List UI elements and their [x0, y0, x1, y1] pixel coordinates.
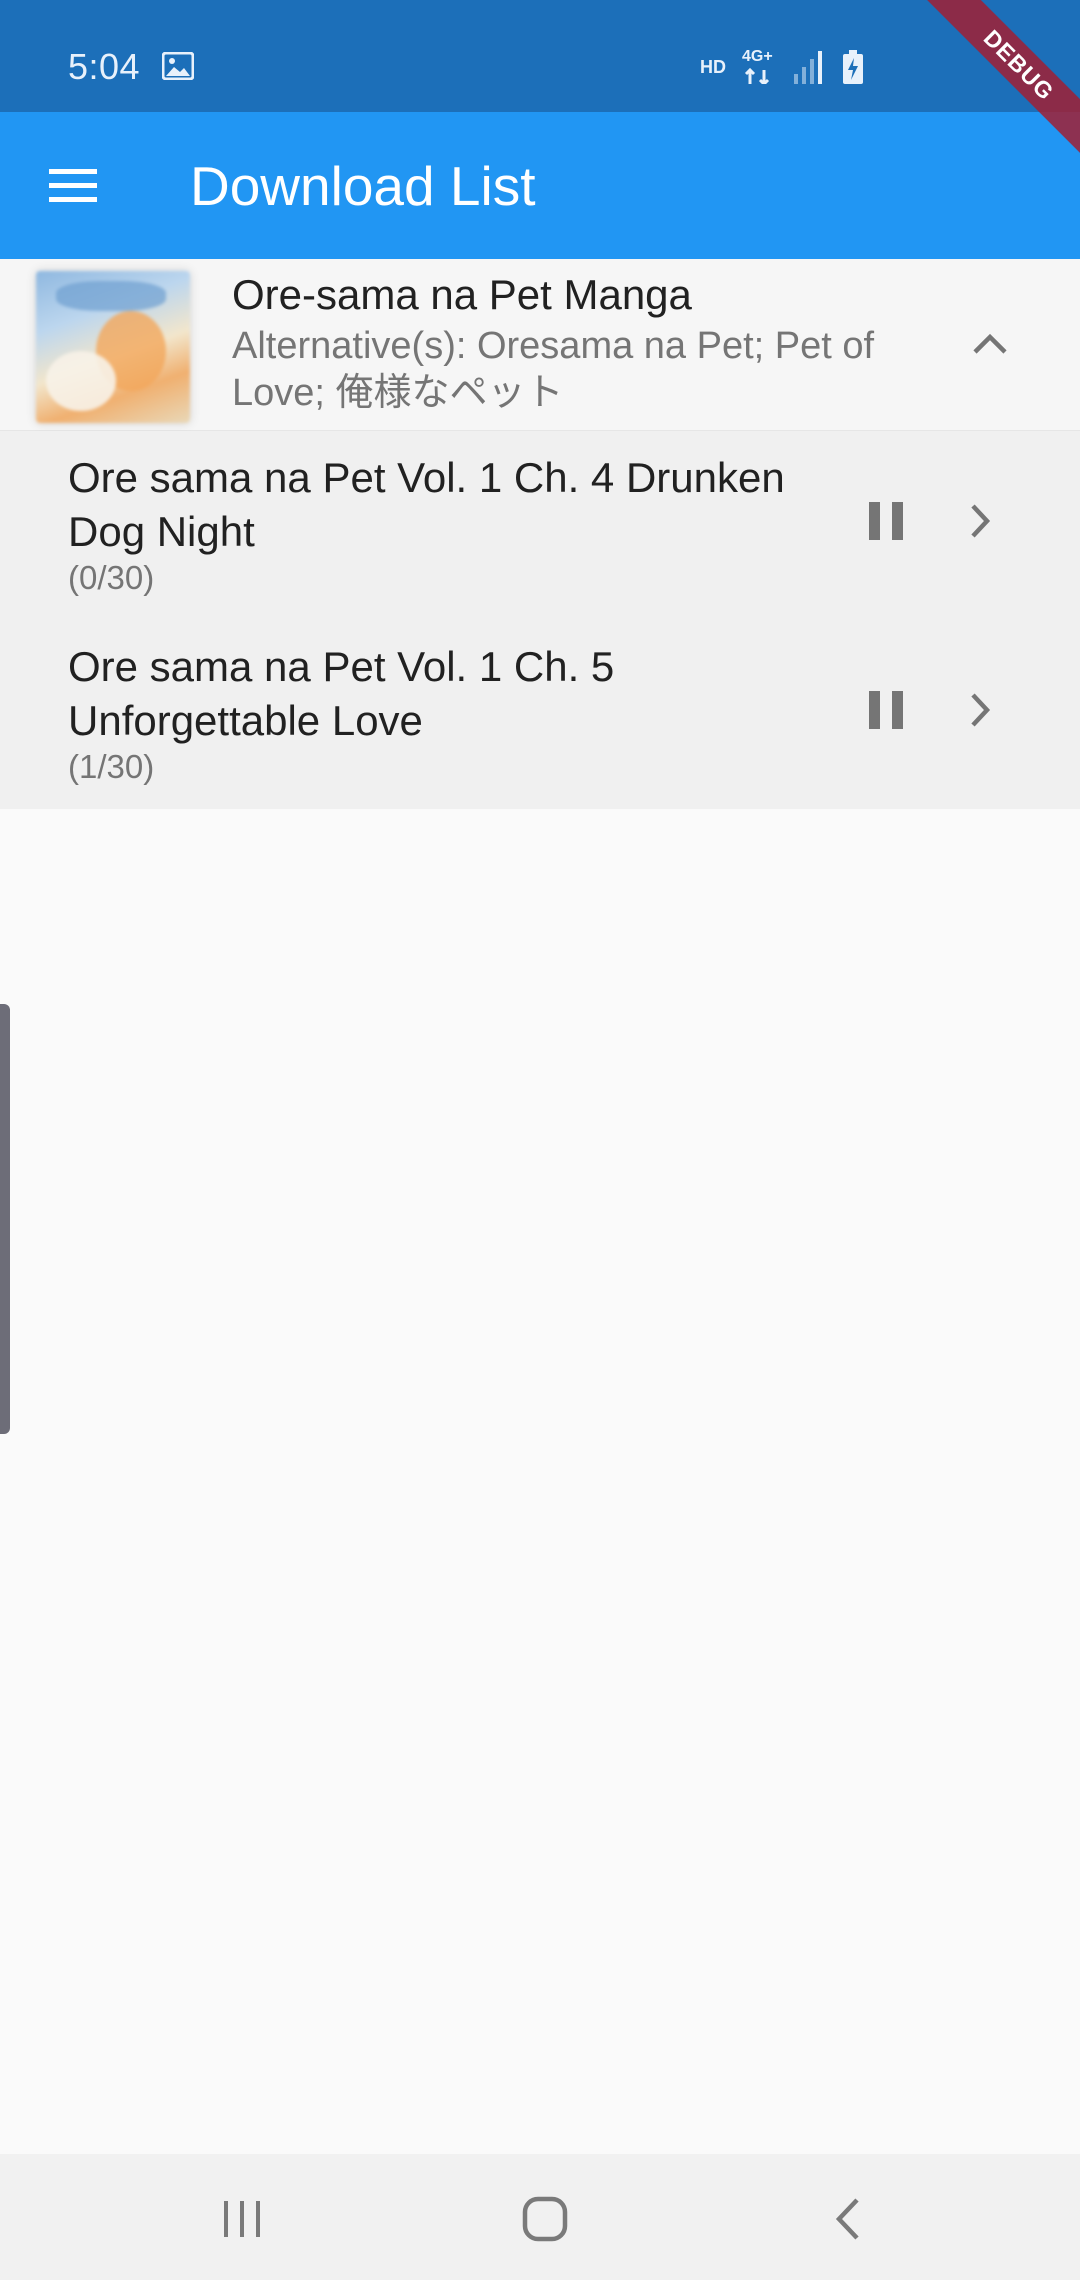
menu-icon	[49, 169, 97, 202]
chapter-progress: (1/30)	[68, 748, 155, 785]
manga-title: Ore-sama na Pet Manga	[232, 271, 692, 318]
home-button[interactable]	[505, 2184, 585, 2254]
chapter-progress: (0/30)	[68, 559, 155, 596]
recents-button[interactable]	[202, 2184, 282, 2254]
page-title: Download List	[190, 155, 536, 217]
open-chapter-button[interactable]	[960, 682, 1000, 738]
home-icon	[522, 2196, 568, 2242]
chapter-row[interactable]: Ore sama na Pet Vol. 1 Ch. 4 Drunken Dog…	[0, 431, 1080, 620]
pause-button[interactable]	[862, 682, 910, 738]
open-chapter-button[interactable]	[960, 493, 1000, 549]
chapter-row[interactable]: Ore sama na Pet Vol. 1 Ch. 5 Unforgettab…	[0, 620, 1080, 809]
pause-icon	[869, 691, 903, 729]
system-nav-bar	[0, 2154, 1080, 2280]
chevron-right-icon	[971, 504, 991, 538]
data-arrows-icon	[744, 67, 770, 84]
screen: 5:04 HD 4G+ Download List DEBUG Ore-sama…	[0, 0, 1080, 2280]
chapter-title: Ore sama na Pet Vol. 1 Ch. 4 Drunken Dog…	[68, 454, 785, 555]
status-bar: 5:04 HD 4G+	[0, 0, 1080, 112]
back-icon	[835, 2198, 859, 2240]
chapter-list: Ore sama na Pet Vol. 1 Ch. 4 Drunken Dog…	[0, 431, 1080, 809]
chapter-title: Ore sama na Pet Vol. 1 Ch. 5 Unforgettab…	[68, 643, 615, 744]
back-button[interactable]	[808, 2184, 888, 2254]
chevron-up-icon	[973, 333, 1007, 354]
chevron-right-icon	[971, 693, 991, 727]
signal-strength-icon	[794, 51, 822, 84]
battery-charging-icon	[843, 50, 863, 84]
app-bar: Download List	[0, 112, 1080, 259]
pause-icon	[869, 502, 903, 540]
status-time: 5:04	[68, 46, 141, 87]
manga-header[interactable]: Ore-sama na Pet Manga Alternative(s): Or…	[0, 259, 1080, 431]
pause-button[interactable]	[862, 493, 910, 549]
collapse-button[interactable]	[972, 309, 1008, 379]
image-notification-icon	[162, 52, 194, 80]
edge-panel-handle[interactable]	[0, 1004, 10, 1434]
network-type-icon: 4G+	[742, 48, 776, 84]
recents-icon	[224, 2201, 260, 2237]
menu-button[interactable]	[24, 150, 122, 222]
manga-cover-image	[36, 271, 190, 423]
hd-voice-indicator: HD	[700, 56, 726, 77]
manga-alternative-titles: Alternative(s): Oresama na Pet; Pet of L…	[232, 325, 875, 414]
status-indicators: HD 4G+	[700, 48, 864, 84]
